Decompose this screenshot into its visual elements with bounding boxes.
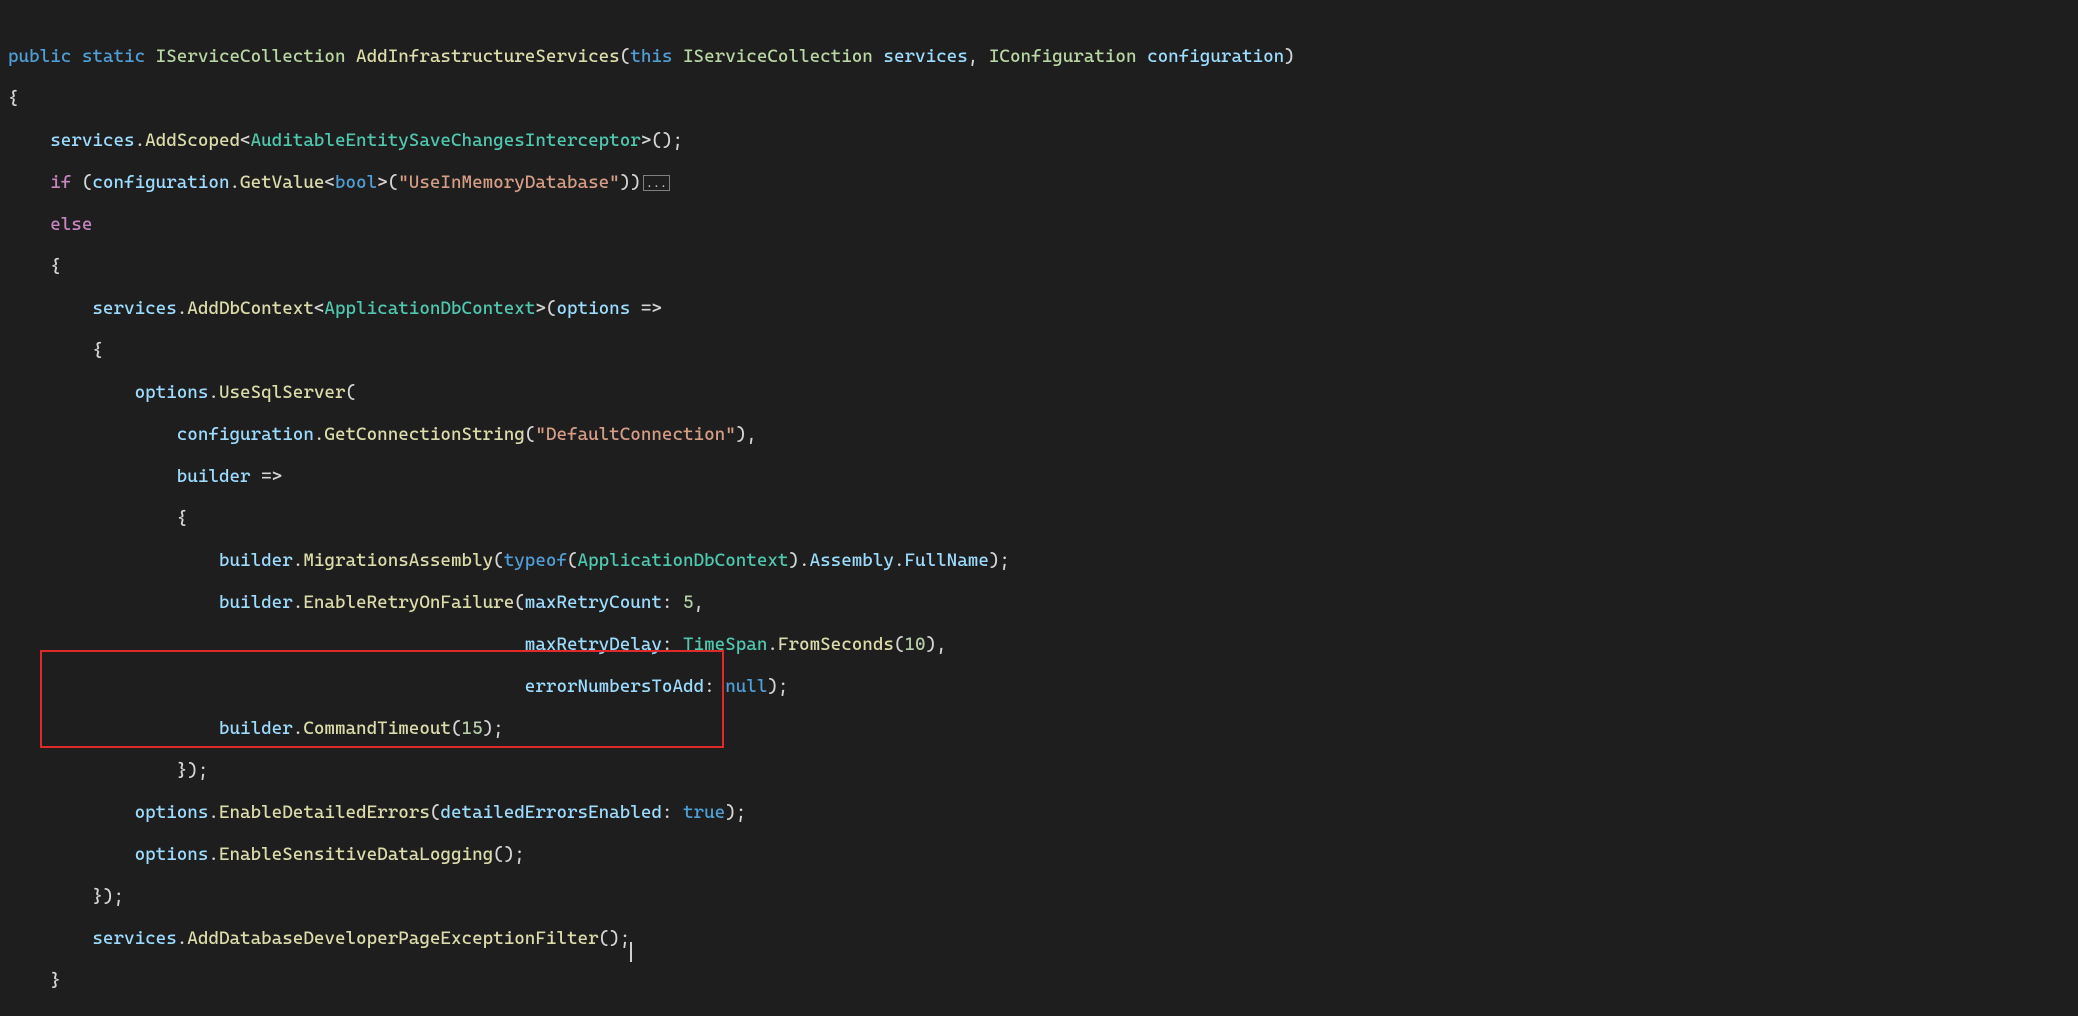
code-line[interactable]: options.EnableSensitiveDataLogging(); [0, 844, 2078, 865]
code-line[interactable]: else [0, 214, 2078, 235]
code-line[interactable]: options.UseSqlServer( [0, 382, 2078, 403]
code-line[interactable]: options.EnableDetailedErrors(detailedErr… [0, 802, 2078, 823]
code-line[interactable]: { [0, 508, 2078, 529]
code-line[interactable]: configuration.GetConnectionString("Defau… [0, 424, 2078, 445]
code-line[interactable]: maxRetryDelay: TimeSpan.FromSeconds(10), [0, 634, 2078, 655]
code-line[interactable]: } [0, 970, 2078, 991]
code-line[interactable]: if (configuration.GetValue<bool>("UseInM… [0, 172, 2078, 193]
code-line[interactable]: }); [0, 760, 2078, 781]
code-line[interactable]: builder.CommandTimeout(15); [0, 718, 2078, 739]
code-line[interactable]: services.AddDatabaseDeveloperPageExcepti… [0, 928, 2078, 949]
code-editor[interactable]: public static IServiceCollection AddInfr… [0, 0, 2078, 1016]
code-line[interactable]: { [0, 256, 2078, 277]
code-line[interactable]: builder.MigrationsAssembly(typeof(Applic… [0, 550, 2078, 571]
code-line[interactable]: { [0, 88, 2078, 109]
code-line[interactable]: { [0, 340, 2078, 361]
fold-indicator[interactable]: ... [643, 175, 670, 191]
code-line[interactable]: builder.EnableRetryOnFailure(maxRetryCou… [0, 592, 2078, 613]
code-line[interactable]: builder => [0, 466, 2078, 487]
code-line[interactable] [0, 1012, 2078, 1016]
code-line[interactable]: errorNumbersToAdd: null); [0, 676, 2078, 697]
code-line[interactable]: }); [0, 886, 2078, 907]
code-line[interactable]: services.AddScoped<AuditableEntitySaveCh… [0, 130, 2078, 151]
code-line[interactable]: services.AddDbContext<ApplicationDbConte… [0, 298, 2078, 319]
code-line[interactable]: public static IServiceCollection AddInfr… [0, 46, 2078, 67]
